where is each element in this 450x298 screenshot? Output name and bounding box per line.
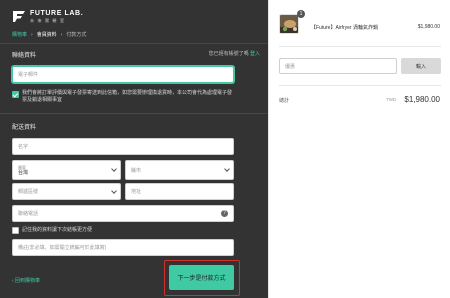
- city-placeholder: 縣市: [131, 167, 142, 174]
- country-select[interactable]: 國家 台灣: [12, 160, 121, 180]
- divider: [0, 113, 268, 114]
- email-placeholder: 電子郵件: [18, 72, 39, 78]
- chevron-down-icon: [111, 166, 117, 172]
- coupon-input[interactable]: 優惠: [279, 58, 397, 74]
- back-to-cart-link[interactable]: ‹ 回到購物車: [12, 277, 40, 284]
- order-summary-panel: 1 【Future】Airfryer 渦輪氣炸鍋 $1,980.00 優惠 輸入…: [268, 0, 450, 298]
- phone-field[interactable]: 聯絡電話 ?: [12, 205, 234, 222]
- help-icon[interactable]: ?: [221, 210, 228, 217]
- brand-logo[interactable]: FUTURE LAB. 未 來 實 驗 室: [12, 8, 83, 24]
- divider: [279, 46, 441, 47]
- address-placeholder: 地址: [131, 189, 142, 195]
- save-info-label: 記住我的資料讓下次結帳更方便: [22, 227, 93, 233]
- consent-text: 我們會將訂單評價與電子發票寄送到此信箱，如您需要辦理換退貨時，本公司會代為處理電…: [22, 90, 233, 103]
- total-label: 總計: [279, 98, 290, 104]
- divider: [279, 85, 441, 86]
- apply-coupon-button[interactable]: 輸入: [401, 58, 441, 74]
- country-value: 台灣: [18, 169, 29, 176]
- brand-text: FUTURE LAB. 未 來 實 驗 室: [30, 10, 83, 23]
- total-currency: TWD: [386, 97, 397, 102]
- chevron-down-icon: [111, 187, 117, 194]
- address-field[interactable]: 地址: [125, 183, 234, 200]
- brand-tagline: 未 來 實 驗 室: [30, 17, 66, 23]
- city-select[interactable]: 縣市: [125, 160, 234, 180]
- breadcrumb-separator: ›: [31, 31, 33, 38]
- postal-code-select[interactable]: 郵遞區號: [12, 183, 121, 200]
- breadcrumb-member: 會員資料: [36, 32, 57, 38]
- note-field[interactable]: 備註(非必填，如需開立統編可於此填寫): [12, 239, 234, 256]
- product-name: 【Future】Airfryer 渦輪氣炸鍋: [311, 25, 378, 31]
- coupon-placeholder: 優惠: [285, 63, 296, 70]
- total-value: $1,980.00: [404, 95, 440, 104]
- breadcrumb-separator: ›: [60, 31, 63, 38]
- brand-name: FUTURE LAB.: [30, 9, 84, 17]
- login-prompt: 您已經有帳號了嗎 登入: [209, 50, 260, 57]
- next-button-highlight: 下一步是付款方式: [164, 260, 240, 296]
- note-placeholder: 備註(非必填，如需開立統編可於此填寫): [18, 245, 107, 251]
- quantity-badge: 1: [297, 10, 305, 18]
- name-field[interactable]: 名字: [12, 138, 234, 155]
- breadcrumb-cart[interactable]: 購物車: [12, 31, 27, 38]
- postal-placeholder: 郵遞區號: [18, 189, 39, 195]
- login-link[interactable]: 登入: [250, 51, 260, 57]
- login-prompt-text: 您已經有帳號了嗎: [208, 51, 249, 57]
- checkout-form-panel: FUTURE LAB. 未 來 實 驗 室 購物車 › 會員資料 › 付款方式 …: [0, 0, 268, 298]
- future-lab-logo-icon: [13, 11, 25, 22]
- product-thumbnail: [279, 14, 299, 34]
- product-image: [280, 15, 298, 33]
- chevron-down-icon: [224, 166, 230, 172]
- contact-section-title: 聯絡資料: [12, 53, 37, 59]
- breadcrumb-payment: 付款方式: [66, 32, 87, 38]
- breadcrumb: 購物車 › 會員資料 › 付款方式: [12, 31, 87, 39]
- phone-placeholder: 聯絡電話: [18, 211, 39, 217]
- next-to-payment-button[interactable]: 下一步是付款方式: [169, 265, 234, 290]
- shipping-section-title: 配送資料: [12, 125, 37, 131]
- email-field[interactable]: 電子郵件: [12, 66, 234, 83]
- save-info-checkbox[interactable]: [12, 227, 19, 234]
- consent-checkbox[interactable]: [12, 91, 19, 98]
- name-placeholder: 名字: [18, 144, 29, 150]
- product-price: $1,980.00: [417, 24, 440, 30]
- divider: [0, 43, 268, 44]
